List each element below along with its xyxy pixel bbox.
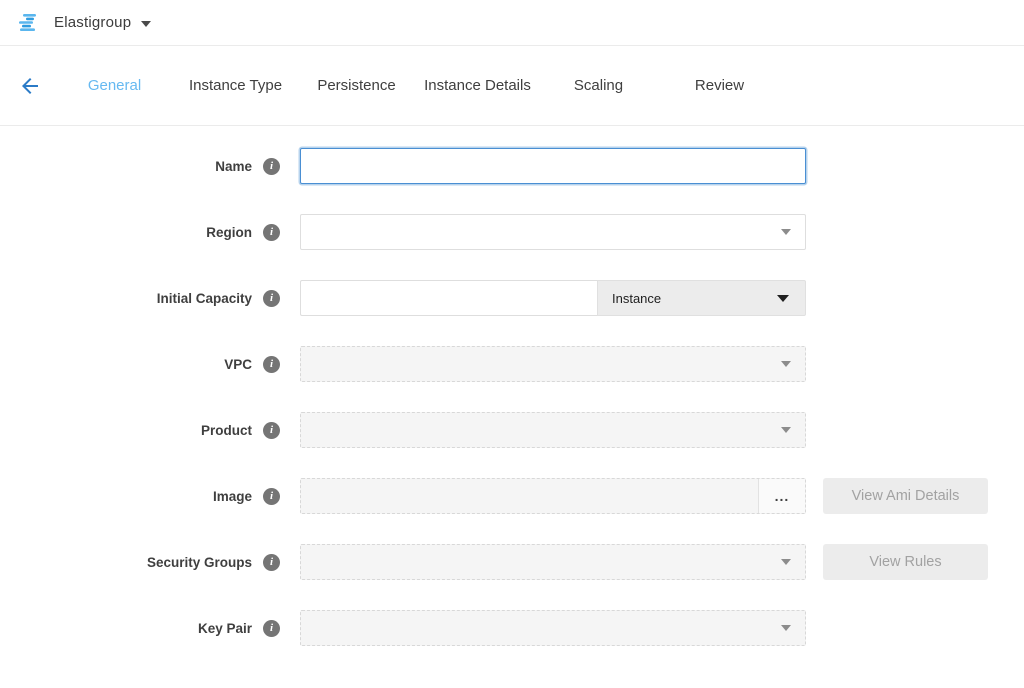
image-value: [301, 479, 758, 513]
info-icon[interactable]: i: [263, 620, 280, 637]
security-groups-label: Security Groups: [0, 555, 252, 570]
info-icon[interactable]: i: [263, 356, 280, 373]
info-icon[interactable]: i: [263, 290, 280, 307]
app-title: Elastigroup: [54, 14, 131, 31]
tab-instance-type[interactable]: Instance Type: [175, 77, 296, 94]
elastigroup-logo-icon: [16, 10, 42, 36]
initial-capacity-input[interactable]: [300, 280, 597, 316]
region-select[interactable]: [300, 214, 806, 250]
vpc-label: VPC: [0, 357, 252, 372]
caret-down-icon: [781, 361, 791, 367]
image-label: Image: [0, 489, 252, 504]
general-settings-form: Name i Region i Initial Capacity i Insta…: [0, 126, 1024, 646]
key-pair-row: Key Pair i: [0, 610, 1024, 646]
name-row: Name i: [0, 148, 1024, 184]
caret-down-icon: [781, 229, 791, 235]
product-row: Product i: [0, 412, 1024, 448]
info-icon[interactable]: i: [263, 158, 280, 175]
region-row: Region i: [0, 214, 1024, 250]
browse-image-button[interactable]: ...: [758, 479, 805, 513]
tab-scaling[interactable]: Scaling: [538, 77, 659, 94]
info-icon[interactable]: i: [263, 554, 280, 571]
capacity-unit-value: Instance: [612, 291, 777, 306]
arrow-back-icon[interactable]: [18, 74, 42, 98]
key-pair-select: [300, 610, 806, 646]
image-input: ...: [300, 478, 806, 514]
info-icon[interactable]: i: [263, 488, 280, 505]
region-label: Region: [0, 225, 252, 240]
caret-down-icon: [781, 625, 791, 631]
product-label: Product: [0, 423, 252, 438]
capacity-unit-select[interactable]: Instance: [597, 280, 806, 316]
info-icon[interactable]: i: [263, 224, 280, 241]
initial-capacity-row: Initial Capacity i Instance: [0, 280, 1024, 316]
tabs: General Instance Type Persistence Instan…: [54, 77, 780, 94]
caret-down-icon: [781, 427, 791, 433]
initial-capacity-label: Initial Capacity: [0, 291, 252, 306]
view-rules-button[interactable]: View Rules: [823, 544, 988, 580]
info-icon[interactable]: i: [263, 422, 280, 439]
vpc-row: VPC i: [0, 346, 1024, 382]
tab-instance-details[interactable]: Instance Details: [417, 77, 538, 94]
security-groups-row: Security Groups i View Rules: [0, 544, 1024, 580]
app-header: Elastigroup: [0, 0, 1024, 46]
chevron-down-icon[interactable]: [141, 21, 151, 27]
tab-persistence[interactable]: Persistence: [296, 77, 417, 94]
view-ami-details-button[interactable]: View Ami Details: [823, 478, 988, 514]
key-pair-label: Key Pair: [0, 621, 252, 636]
security-groups-select: [300, 544, 806, 580]
vpc-select: [300, 346, 806, 382]
caret-down-icon: [777, 295, 789, 302]
tab-review[interactable]: Review: [659, 77, 780, 94]
tab-general[interactable]: General: [54, 77, 175, 94]
caret-down-icon: [781, 559, 791, 565]
wizard-tab-bar: General Instance Type Persistence Instan…: [0, 46, 1024, 126]
name-label: Name: [0, 159, 252, 174]
name-input[interactable]: [300, 148, 806, 184]
image-row: Image i ... View Ami Details: [0, 478, 1024, 514]
product-select: [300, 412, 806, 448]
